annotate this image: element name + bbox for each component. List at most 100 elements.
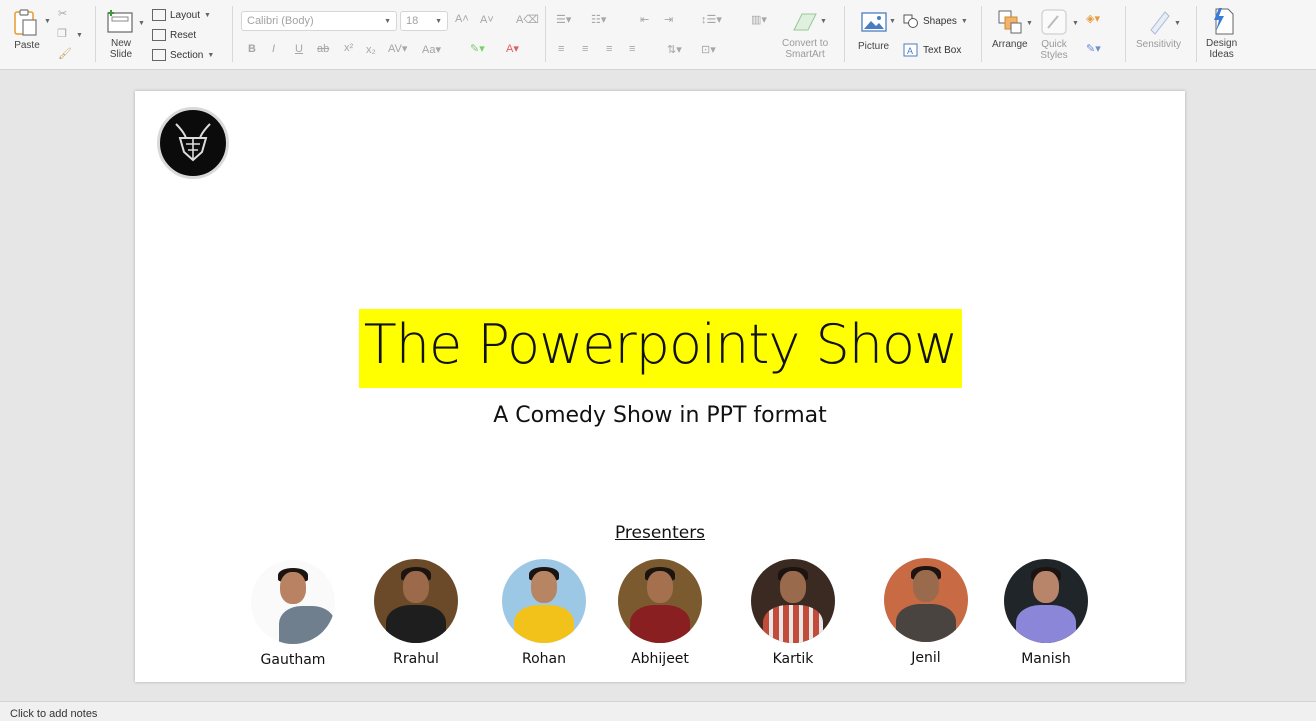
strikethrough-icon[interactable]: ab [317, 43, 329, 55]
presenter-photo [374, 559, 458, 643]
font-name-value: Calibri (Body) [247, 15, 314, 27]
increase-indent-icon[interactable]: ⇥ [664, 13, 673, 26]
slide-title[interactable]: The Powerpointy Show [359, 313, 962, 376]
quick-styles-button[interactable]: ▼ Quick Styles [1040, 8, 1079, 61]
presenter-photo [1004, 559, 1088, 643]
shapes-icon [903, 14, 918, 28]
chevron-down-icon: ▼ [1174, 20, 1181, 27]
section-button[interactable]: Section ▼ [152, 49, 214, 61]
shape-fill-icon[interactable]: ◈▾ [1086, 12, 1100, 25]
ribbon-separator [232, 6, 233, 62]
underline-icon[interactable]: U [295, 43, 303, 55]
ribbon: ▼ Paste ✂ ❐ ▼ 🖌 ▼ New Slide Layout ▼ Res… [0, 0, 1316, 70]
presenter-photo [618, 559, 702, 643]
presenter-name: Jenil [911, 650, 941, 666]
title-highlight: The Powerpointy Show [359, 309, 962, 388]
slide[interactable]: The Powerpointy Show A Comedy Show in PP… [135, 91, 1185, 682]
change-case-icon[interactable]: Aa▾ [422, 43, 441, 56]
align-right-icon[interactable]: ≡ [606, 43, 612, 55]
logo [157, 107, 229, 179]
notes-pane[interactable]: Click to add notes [0, 701, 1316, 721]
sensitivity-button[interactable]: ▼ Sensitivity [1136, 8, 1181, 50]
quick-styles-label: Quick Styles [1040, 39, 1068, 61]
convert-to-smartart-label: Convert to SmartArt [782, 38, 829, 60]
layout-button[interactable]: Layout ▼ [152, 9, 211, 21]
format-painter-icon[interactable]: 🖌 [58, 47, 72, 60]
presenter[interactable]: Manish [991, 559, 1101, 667]
layout-icon [152, 9, 166, 21]
section-label: Section [170, 49, 204, 61]
shapes-label: Shapes [923, 15, 957, 27]
reset-icon [152, 29, 166, 41]
line-spacing-icon[interactable]: ↕☰▾ [701, 13, 722, 26]
paste-label: Paste [14, 40, 40, 51]
copy-icon[interactable]: ❐ [57, 27, 67, 40]
layout-label: Layout [170, 9, 201, 21]
shapes-button[interactable]: Shapes ▼ [903, 14, 968, 28]
presenter[interactable]: Jenil [871, 558, 981, 666]
design-ideas-label: Design Ideas [1206, 38, 1238, 60]
presenter[interactable]: Rrahul [361, 559, 471, 667]
shape-outline-icon[interactable]: ✎▾ [1086, 42, 1101, 55]
decrease-font-size-icon[interactable]: A˅ [480, 14, 494, 26]
align-center-icon[interactable]: ≡ [582, 43, 588, 55]
picture-icon [860, 12, 887, 32]
clipboard-icon [14, 9, 37, 36]
convert-to-smartart-button[interactable]: ▼ Convert to SmartArt [782, 10, 828, 60]
ribbon-separator [545, 6, 546, 62]
presenter-name: Kartik [772, 651, 814, 667]
arrange-icon [998, 10, 1022, 34]
bullets-icon[interactable]: ☰▾ [556, 13, 571, 26]
svg-text:A: A [907, 46, 913, 56]
reset-button[interactable]: Reset [152, 29, 196, 41]
font-color-icon[interactable]: A▾ [506, 42, 519, 55]
text-direction-icon[interactable]: ⇅▾ [667, 43, 682, 56]
chevron-down-icon: ▼ [889, 18, 896, 25]
arrange-button[interactable]: ▼ Arrange [992, 8, 1033, 50]
ribbon-separator [1196, 6, 1197, 62]
chevron-down-icon: ▼ [1026, 20, 1033, 27]
justify-icon[interactable]: ≡ [629, 43, 635, 55]
presenter-name: Rrahul [393, 651, 439, 667]
arrange-label: Arrange [992, 39, 1028, 50]
copy-dropdown-icon[interactable]: ▼ [76, 32, 83, 39]
presenter[interactable]: Rohan [489, 559, 599, 667]
increase-font-size-icon[interactable]: A˄ [455, 13, 469, 25]
chevron-down-icon: ▼ [960, 17, 968, 25]
sensitivity-label: Sensitivity [1136, 39, 1182, 50]
font-size-select[interactable]: 18 ▼ [400, 11, 448, 31]
align-left-icon[interactable]: ≡ [558, 43, 564, 55]
new-slide-label: New Slide [109, 38, 133, 60]
ribbon-separator [844, 6, 845, 62]
cut-icon[interactable]: ✂ [58, 7, 67, 20]
highlight-color-icon[interactable]: ✎▾ [470, 42, 485, 55]
paste-dropdown-icon[interactable]: ▼ [44, 18, 51, 25]
italic-icon[interactable]: I [272, 43, 275, 55]
chevron-down-icon: ▼ [204, 11, 211, 19]
new-slide-dropdown-icon[interactable]: ▼ [138, 20, 145, 27]
columns-icon[interactable]: ▥▾ [751, 13, 767, 26]
bold-icon[interactable]: B [248, 43, 256, 55]
font-name-select[interactable]: Calibri (Body) ▼ [241, 11, 397, 31]
paste-button[interactable]: ▼ Paste [12, 8, 51, 51]
design-ideas-button[interactable]: Design Ideas [1206, 6, 1237, 60]
notes-placeholder: Click to add notes [10, 708, 98, 720]
align-text-icon[interactable]: ⊡▾ [701, 43, 716, 56]
presenter-photo [251, 560, 335, 644]
presenter[interactable]: Kartik [738, 559, 848, 667]
character-spacing-icon[interactable]: AV▾ [388, 42, 407, 55]
presenters-heading[interactable]: Presenters [135, 523, 1185, 543]
text-box-label: Text Box [923, 44, 962, 56]
numbering-icon[interactable]: ☷▾ [591, 13, 606, 26]
new-slide-button[interactable]: ▼ New Slide [106, 8, 145, 60]
superscript-icon[interactable]: x² [344, 42, 353, 54]
text-box-button[interactable]: A Text Box [903, 43, 961, 57]
clear-formatting-icon[interactable]: A⌫ [516, 13, 539, 26]
subscript-icon[interactable]: x₂ [366, 44, 376, 56]
picture-button[interactable]: ▼ Picture [858, 10, 896, 52]
presenter[interactable]: Gautham [238, 560, 348, 668]
slide-subtitle[interactable]: A Comedy Show in PPT format [135, 403, 1185, 428]
presenter[interactable]: Abhijeet [605, 559, 715, 667]
slide-canvas: The Powerpointy Show A Comedy Show in PP… [0, 71, 1316, 701]
decrease-indent-icon[interactable]: ⇤ [640, 13, 649, 26]
